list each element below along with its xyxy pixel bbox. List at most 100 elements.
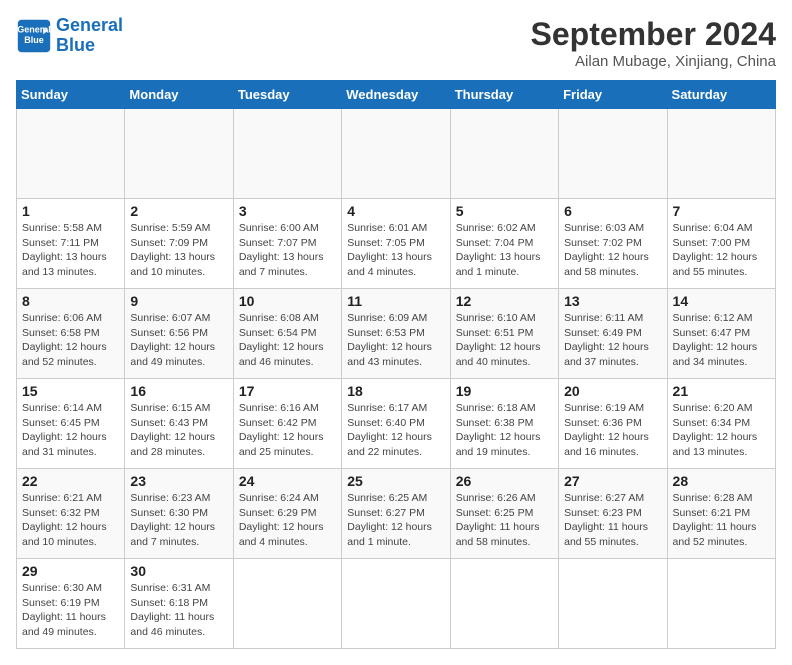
day-number: 22 <box>22 473 119 489</box>
calendar-cell: 10 Sunrise: 6:08 AM Sunset: 6:54 PM Dayli… <box>233 289 341 379</box>
day-number: 2 <box>130 203 227 219</box>
calendar-cell <box>450 559 558 649</box>
day-info: Sunrise: 5:58 AM Sunset: 7:11 PM Dayligh… <box>22 221 119 280</box>
logo-line1: General <box>56 15 123 35</box>
day-number: 20 <box>564 383 661 399</box>
day-info: Sunrise: 6:21 AM Sunset: 6:32 PM Dayligh… <box>22 491 119 550</box>
day-number: 10 <box>239 293 336 309</box>
header-friday: Friday <box>559 81 667 109</box>
calendar-cell <box>559 559 667 649</box>
calendar-cell: 16Sunrise: 6:15 AM Sunset: 6:43 PM Dayli… <box>125 379 233 469</box>
day-number: 14 <box>673 293 770 309</box>
day-number: 18 <box>347 383 444 399</box>
calendar-cell: 26Sunrise: 6:26 AM Sunset: 6:25 PM Dayli… <box>450 469 558 559</box>
day-number: 12 <box>456 293 553 309</box>
calendar-cell <box>559 109 667 199</box>
calendar-cell: 30 Sunrise: 6:31 AM Sunset: 6:18 PM Dayli… <box>125 559 233 649</box>
day-number: 4 <box>347 203 444 219</box>
logo-line2: Blue <box>56 35 95 55</box>
week-row-4: 22 Sunrise: 6:21 AM Sunset: 6:32 PM Dayli… <box>17 469 776 559</box>
calendar-cell: 14 Sunrise: 6:12 AM Sunset: 6:47 PM Dayli… <box>667 289 775 379</box>
calendar-cell: 15Sunrise: 6:14 AM Sunset: 6:45 PM Dayli… <box>17 379 125 469</box>
day-info: Sunrise: 6:04 AM Sunset: 7:00 PM Dayligh… <box>673 221 770 280</box>
day-info: Sunrise: 6:27 AM Sunset: 6:23 PM Dayligh… <box>564 491 661 550</box>
day-info: Sunrise: 6:06 AM Sunset: 6:58 PM Dayligh… <box>22 311 119 370</box>
day-info: Sunrise: 6:23 AM Sunset: 6:30 PM Dayligh… <box>130 491 227 550</box>
day-info: Sunrise: 6:02 AM Sunset: 7:04 PM Dayligh… <box>456 221 553 280</box>
day-number: 9 <box>130 293 227 309</box>
calendar-cell <box>233 109 341 199</box>
calendar-cell: 8 Sunrise: 6:06 AM Sunset: 6:58 PM Daylig… <box>17 289 125 379</box>
day-info: Sunrise: 6:30 AM Sunset: 6:19 PM Dayligh… <box>22 581 119 640</box>
svg-text:Blue: Blue <box>24 35 44 45</box>
day-info: Sunrise: 6:19 AM Sunset: 6:36 PM Dayligh… <box>564 401 661 460</box>
calendar-cell: 2Sunrise: 5:59 AM Sunset: 7:09 PM Daylig… <box>125 199 233 289</box>
header-wednesday: Wednesday <box>342 81 450 109</box>
calendar-cell <box>667 559 775 649</box>
header: General Blue General Blue September 2024… <box>16 16 776 70</box>
calendar-cell <box>233 559 341 649</box>
header-sunday: Sunday <box>17 81 125 109</box>
calendar-cell: 11Sunrise: 6:09 AM Sunset: 6:53 PM Dayli… <box>342 289 450 379</box>
calendar-cell: 27 Sunrise: 6:27 AM Sunset: 6:23 PM Dayli… <box>559 469 667 559</box>
day-info: Sunrise: 6:03 AM Sunset: 7:02 PM Dayligh… <box>564 221 661 280</box>
day-number: 13 <box>564 293 661 309</box>
day-number: 7 <box>673 203 770 219</box>
day-number: 29 <box>22 563 119 579</box>
calendar-cell: 21Sunrise: 6:20 AM Sunset: 6:34 PM Dayli… <box>667 379 775 469</box>
main-title: September 2024 <box>531 16 776 53</box>
day-number: 28 <box>673 473 770 489</box>
calendar-cell: 20 Sunrise: 6:19 AM Sunset: 6:36 PM Dayli… <box>559 379 667 469</box>
day-number: 17 <box>239 383 336 399</box>
day-info: Sunrise: 6:07 AM Sunset: 6:56 PM Dayligh… <box>130 311 227 370</box>
day-info: Sunrise: 6:18 AM Sunset: 6:38 PM Dayligh… <box>456 401 553 460</box>
title-area: September 2024 Ailan Mubage, Xinjiang, C… <box>531 16 776 70</box>
logo-icon: General Blue <box>16 18 52 54</box>
week-row-3: 15Sunrise: 6:14 AM Sunset: 6:45 PM Dayli… <box>17 379 776 469</box>
calendar-cell <box>125 109 233 199</box>
calendar-cell <box>17 109 125 199</box>
day-info: Sunrise: 6:08 AM Sunset: 6:54 PM Dayligh… <box>239 311 336 370</box>
header-monday: Monday <box>125 81 233 109</box>
calendar-cell: 17Sunrise: 6:16 AM Sunset: 6:42 PM Dayli… <box>233 379 341 469</box>
day-number: 15 <box>22 383 119 399</box>
calendar-cell <box>342 559 450 649</box>
calendar-cell: 24Sunrise: 6:24 AM Sunset: 6:29 PM Dayli… <box>233 469 341 559</box>
day-number: 27 <box>564 473 661 489</box>
week-row-2: 8 Sunrise: 6:06 AM Sunset: 6:58 PM Daylig… <box>17 289 776 379</box>
calendar-cell: 22 Sunrise: 6:21 AM Sunset: 6:32 PM Dayli… <box>17 469 125 559</box>
calendar-cell: 23Sunrise: 6:23 AM Sunset: 6:30 PM Dayli… <box>125 469 233 559</box>
day-info: Sunrise: 6:12 AM Sunset: 6:47 PM Dayligh… <box>673 311 770 370</box>
day-info: Sunrise: 6:09 AM Sunset: 6:53 PM Dayligh… <box>347 311 444 370</box>
calendar-cell: 29 Sunrise: 6:30 AM Sunset: 6:19 PM Dayli… <box>17 559 125 649</box>
day-number: 8 <box>22 293 119 309</box>
week-row-0 <box>17 109 776 199</box>
calendar-cell <box>450 109 558 199</box>
calendar-cell: 28 Sunrise: 6:28 AM Sunset: 6:21 PM Dayli… <box>667 469 775 559</box>
calendar-cell: 5 Sunrise: 6:02 AM Sunset: 7:04 PM Daylig… <box>450 199 558 289</box>
header-thursday: Thursday <box>450 81 558 109</box>
day-info: Sunrise: 6:01 AM Sunset: 7:05 PM Dayligh… <box>347 221 444 280</box>
calendar-cell <box>342 109 450 199</box>
calendar-table: SundayMondayTuesdayWednesdayThursdayFrid… <box>16 80 776 649</box>
day-info: Sunrise: 6:24 AM Sunset: 6:29 PM Dayligh… <box>239 491 336 550</box>
day-number: 16 <box>130 383 227 399</box>
day-number: 5 <box>456 203 553 219</box>
calendar-cell: 9 Sunrise: 6:07 AM Sunset: 6:56 PM Daylig… <box>125 289 233 379</box>
day-number: 1 <box>22 203 119 219</box>
calendar-cell: 4 Sunrise: 6:01 AM Sunset: 7:05 PM Daylig… <box>342 199 450 289</box>
calendar-cell: 1 Sunrise: 5:58 AM Sunset: 7:11 PM Daylig… <box>17 199 125 289</box>
header-tuesday: Tuesday <box>233 81 341 109</box>
day-info: Sunrise: 6:26 AM Sunset: 6:25 PM Dayligh… <box>456 491 553 550</box>
calendar-cell: 13 Sunrise: 6:11 AM Sunset: 6:49 PM Dayli… <box>559 289 667 379</box>
logo: General Blue General Blue <box>16 16 123 56</box>
day-info: Sunrise: 6:28 AM Sunset: 6:21 PM Dayligh… <box>673 491 770 550</box>
day-info: Sunrise: 6:31 AM Sunset: 6:18 PM Dayligh… <box>130 581 227 640</box>
day-number: 6 <box>564 203 661 219</box>
week-row-1: 1 Sunrise: 5:58 AM Sunset: 7:11 PM Daylig… <box>17 199 776 289</box>
day-info: Sunrise: 6:10 AM Sunset: 6:51 PM Dayligh… <box>456 311 553 370</box>
day-info: Sunrise: 6:17 AM Sunset: 6:40 PM Dayligh… <box>347 401 444 460</box>
day-number: 30 <box>130 563 227 579</box>
calendar-cell: 19Sunrise: 6:18 AM Sunset: 6:38 PM Dayli… <box>450 379 558 469</box>
day-info: Sunrise: 6:11 AM Sunset: 6:49 PM Dayligh… <box>564 311 661 370</box>
